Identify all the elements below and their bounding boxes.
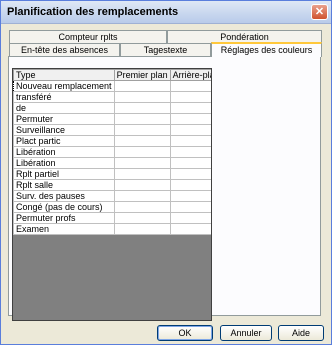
- background-cell[interactable]: [169, 190, 211, 202]
- foreground-cell[interactable]: [113, 212, 171, 224]
- tab-label: En-tête des absences: [20, 45, 109, 55]
- foreground-cell[interactable]: [113, 102, 171, 114]
- table-row[interactable]: Libération: [13, 157, 211, 169]
- foreground-cell[interactable]: [113, 80, 171, 92]
- tab-label: Pondération: [220, 32, 269, 42]
- type-cell[interactable]: Permuter profs: [13, 212, 115, 224]
- table-row[interactable]: Libération: [13, 146, 211, 158]
- help-button[interactable]: Aide: [278, 325, 324, 341]
- type-cell[interactable]: Rplt partiel: [13, 168, 115, 180]
- type-cell[interactable]: Rplt salle: [13, 179, 115, 191]
- close-button[interactable]: ✕: [311, 4, 328, 20]
- tab-reglages-couleurs[interactable]: Réglages des couleurs: [211, 42, 322, 57]
- background-cell[interactable]: [169, 102, 211, 114]
- color-settings-grid[interactable]: Type Premier plan Arrière-plan Nouveau r…: [12, 68, 212, 321]
- title-bar[interactable]: Planification des remplacements ✕: [1, 1, 331, 24]
- table-row[interactable]: Examen: [13, 223, 211, 235]
- type-cell[interactable]: de: [13, 102, 115, 114]
- foreground-cell[interactable]: [113, 201, 171, 213]
- foreground-cell[interactable]: [113, 135, 171, 147]
- foreground-cell[interactable]: [113, 223, 171, 235]
- tab-en-tete-absences[interactable]: En-tête des absences: [9, 43, 120, 56]
- background-cell[interactable]: [169, 179, 211, 191]
- tab-label: Réglages des couleurs: [220, 45, 313, 55]
- tab-compteur-rplts[interactable]: Compteur rplts: [9, 30, 167, 43]
- cancel-button[interactable]: Annuler: [220, 325, 272, 341]
- tab-label: Tagestexte: [143, 45, 188, 55]
- type-cell[interactable]: Congé (pas de cours): [13, 201, 115, 213]
- table-row[interactable]: transféré: [13, 91, 211, 103]
- column-header-type[interactable]: Type: [13, 69, 115, 81]
- background-cell[interactable]: [169, 91, 211, 103]
- table-row[interactable]: Plact partic: [13, 135, 211, 147]
- color-table: Type Premier plan Arrière-plan Nouveau r…: [13, 69, 211, 235]
- type-cell[interactable]: Libération: [13, 146, 115, 158]
- background-cell[interactable]: [169, 168, 211, 180]
- foreground-cell[interactable]: [113, 113, 171, 125]
- foreground-cell[interactable]: [113, 124, 171, 136]
- type-cell[interactable]: transféré: [13, 91, 115, 103]
- table-row[interactable]: de: [13, 102, 211, 114]
- type-cell[interactable]: Libération: [13, 157, 115, 169]
- table-row[interactable]: Surv. des pauses: [13, 190, 211, 202]
- type-cell[interactable]: Plact partic: [13, 135, 115, 147]
- type-cell[interactable]: Surveillance: [13, 124, 115, 136]
- foreground-cell[interactable]: [113, 146, 171, 158]
- type-cell[interactable]: Permuter: [13, 113, 115, 125]
- column-header-premier-plan[interactable]: Premier plan: [113, 69, 171, 81]
- background-cell[interactable]: [169, 146, 211, 158]
- background-cell[interactable]: [169, 124, 211, 136]
- close-icon: ✕: [314, 6, 325, 18]
- table-row[interactable]: Surveillance: [13, 124, 211, 136]
- foreground-cell[interactable]: [113, 91, 171, 103]
- type-cell[interactable]: Examen: [13, 223, 115, 235]
- background-cell[interactable]: [169, 212, 211, 224]
- foreground-cell[interactable]: [113, 168, 171, 180]
- background-cell[interactable]: [169, 80, 211, 92]
- foreground-cell[interactable]: [113, 190, 171, 202]
- background-cell[interactable]: [169, 223, 211, 235]
- foreground-cell[interactable]: [113, 157, 171, 169]
- table-row[interactable]: Nouveau remplacement: [13, 80, 211, 92]
- table-row[interactable]: Permuter: [13, 113, 211, 125]
- tab-tagestexte[interactable]: Tagestexte: [120, 43, 211, 56]
- table-header-row: Type Premier plan Arrière-plan: [13, 69, 211, 81]
- tab-label: Compteur rplts: [58, 32, 118, 42]
- type-cell[interactable]: Nouveau remplacement: [13, 80, 115, 92]
- column-header-arriere-plan[interactable]: Arrière-plan: [169, 69, 211, 81]
- background-cell[interactable]: [169, 113, 211, 125]
- background-cell[interactable]: [169, 157, 211, 169]
- background-cell[interactable]: [169, 201, 211, 213]
- dialog-window: Planification des remplacements ✕ Compte…: [0, 0, 332, 345]
- table-row[interactable]: Congé (pas de cours): [13, 201, 211, 213]
- foreground-cell[interactable]: [113, 179, 171, 191]
- table-row[interactable]: Rplt partiel: [13, 168, 211, 180]
- type-cell[interactable]: Surv. des pauses: [13, 190, 115, 202]
- table-row[interactable]: Rplt salle: [13, 179, 211, 191]
- ok-button[interactable]: OK: [157, 325, 213, 341]
- background-cell[interactable]: [169, 135, 211, 147]
- window-title: Planification des remplacements: [7, 6, 179, 18]
- table-row[interactable]: Permuter profs: [13, 212, 211, 224]
